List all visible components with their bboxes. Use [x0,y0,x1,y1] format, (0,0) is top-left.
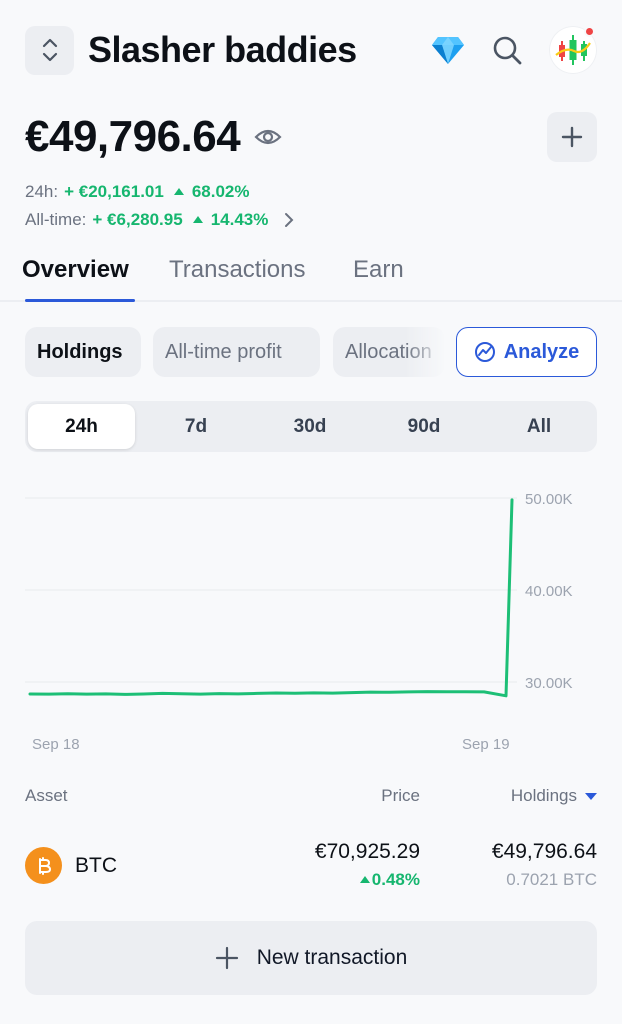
sort-down-icon [585,793,597,801]
toggle-visibility-button[interactable] [254,127,282,147]
chip-all-time-profit[interactable]: All-time profit [153,327,320,377]
avatar-candles-icon [555,35,591,65]
asset-price-change: 0.48% [356,870,420,890]
tab-earn[interactable]: Earn [353,256,404,284]
notification-dot [584,26,595,37]
plus-icon [215,946,238,970]
portfolio-title: Slasher baddies [88,29,357,70]
header-price[interactable]: Price [381,786,420,806]
header-asset: Asset [25,786,68,805]
period-24h[interactable]: 24h [28,404,135,449]
portfolio-switcher-button[interactable] [25,25,74,75]
asset-price-change-value: 0.48% [371,870,420,889]
series-line [28,498,514,698]
asset-symbol: BTC [75,854,117,877]
up-triangle-icon [359,875,370,883]
new-transaction-button[interactable]: New transaction [25,921,597,995]
analyze-button[interactable]: Analyze [456,327,597,377]
period-selector: 24h 7d 30d 90d All [25,401,597,452]
x-tick-label-1: Sep 19 [462,736,510,753]
analyze-icon [474,342,495,362]
period-90d[interactable]: 90d [367,401,481,452]
period-all[interactable]: All [481,401,597,452]
search-button[interactable] [491,34,523,66]
change-all-time[interactable]: All-time: + €6,280.95 14.43% [25,210,296,230]
up-triangle-icon [192,215,203,223]
period-7d[interactable]: 7d [139,401,253,452]
tab-bar: Overview Transactions Earn [0,256,622,302]
active-tab-indicator [25,299,135,302]
asset-holdings-qty: 0.7021 BTC [506,870,597,889]
portfolio-balance: €49,796.64 [25,112,241,161]
tab-overview[interactable]: Overview [22,256,129,284]
table-row[interactable]: BTC €70,925.29 0.48% €49,796.64 0.7021 B… [25,840,597,892]
btc-icon [25,847,62,884]
chevron-right-icon [285,213,294,227]
tab-transactions[interactable]: Transactions [169,256,306,284]
chip-allocation[interactable]: Allocation [333,327,445,377]
eye-icon [254,129,282,145]
header-holdings: Holdings [510,786,577,805]
change-24h: 24h: + €20,161.01 68.02% [25,182,250,202]
y-tick-label-1: 40.00K [525,583,573,600]
holdings-chart[interactable]: 50.00K 40.00K 30.00K Sep 18 Sep 19 [25,470,597,760]
y-tick-label-0: 50.00K [525,491,573,508]
change-24h-label: 24h: [25,182,59,201]
diamond-icon [432,37,464,64]
x-tick-label-0: Sep 18 [32,736,80,753]
change-all-label: All-time: [25,210,87,229]
view-chips: Holdings All-time profit Allocation Anal… [25,327,597,377]
chip-holdings[interactable]: Holdings [25,327,141,377]
asset-price: €70,925.29 [314,840,420,863]
new-transaction-label: New transaction [256,946,408,969]
header-holdings-sort[interactable]: Holdings [511,786,597,806]
change-24h-amount: + €20,161.01 [64,182,164,201]
premium-button[interactable] [431,35,465,65]
header: Slasher baddies [25,24,597,76]
change-24h-percent: 68.02% [191,182,250,201]
asset-table-header: Asset Price Holdings [25,786,597,806]
add-button[interactable] [547,112,597,162]
asset-holdings-value: €49,796.64 [491,840,597,863]
avatar[interactable] [549,26,597,74]
y-tick-label-2: 30.00K [525,675,573,692]
change-all-amount: + €6,280.95 [92,210,183,229]
change-all-percent: 14.43% [210,210,269,229]
up-triangle-icon [173,187,184,195]
updown-chevron-icon [42,38,57,62]
search-icon [493,36,522,65]
analyze-label: Analyze [503,340,580,363]
plus-icon [561,126,583,148]
period-30d[interactable]: 30d [253,401,367,452]
